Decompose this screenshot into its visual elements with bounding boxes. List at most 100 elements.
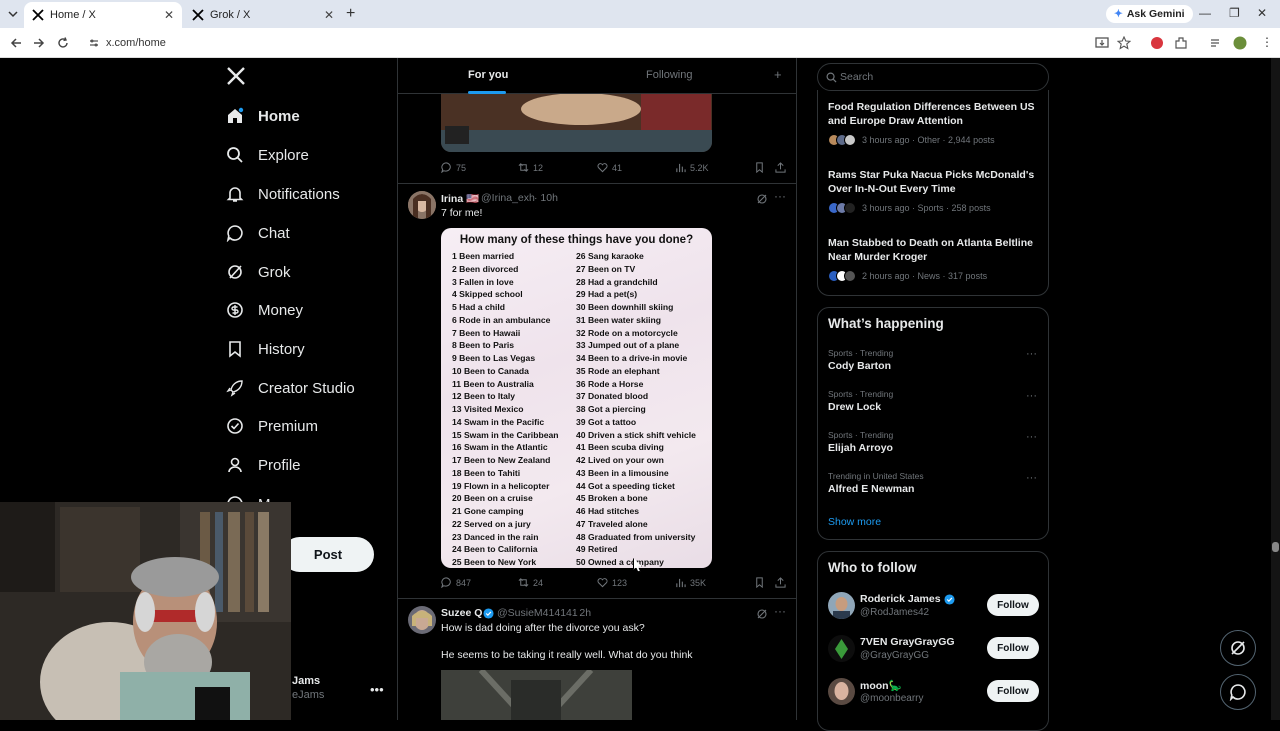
list-item: 20 Been on a cruise <box>452 493 533 504</box>
follow-button[interactable]: Follow <box>987 680 1039 702</box>
media-controls-icon[interactable] <box>1209 36 1223 50</box>
page-scrollbar[interactable] <box>1271 58 1280 720</box>
trend-name[interactable]: Alfred E Newman <box>828 483 914 495</box>
repost-button[interactable]: 24 <box>518 577 543 588</box>
grok-floating-button[interactable] <box>1220 630 1256 666</box>
views-button[interactable]: 5.2K <box>675 162 709 173</box>
follow-suggestion-handle[interactable]: @moonbearry <box>860 693 924 704</box>
close-tab-icon[interactable]: ✕ <box>324 8 334 22</box>
trend-name[interactable]: Elijah Arroyo <box>828 442 893 454</box>
messages-floating-button[interactable] <box>1220 674 1256 710</box>
follow-suggestion-handle[interactable]: @RodJames42 <box>860 607 929 618</box>
post-time[interactable]: · 10h <box>534 192 558 204</box>
nav-home[interactable]: Home <box>226 101 300 131</box>
grok-icon[interactable] <box>756 608 768 620</box>
grok-icon[interactable] <box>756 193 768 205</box>
tab-following[interactable]: Following <box>646 69 692 81</box>
avatar[interactable] <box>408 606 436 634</box>
reply-button[interactable]: 847 <box>441 577 471 588</box>
show-more-link[interactable]: Show more <box>828 516 881 528</box>
profile-avatar-icon[interactable] <box>1233 36 1247 50</box>
trend-more-icon[interactable]: ··· <box>1026 390 1037 402</box>
nav-profile[interactable]: Profile <box>226 450 301 480</box>
adblock-extension-icon[interactable] <box>1150 36 1164 50</box>
post-time[interactable]: · 2h <box>573 607 591 619</box>
url-field[interactable]: x.com/home <box>82 32 1082 54</box>
like-button[interactable]: 41 <box>597 162 622 173</box>
reload-icon[interactable] <box>56 36 70 50</box>
scrollbar-thumb[interactable] <box>1272 542 1279 552</box>
close-window-button[interactable]: ✕ <box>1257 6 1267 20</box>
install-app-icon[interactable] <box>1095 36 1109 50</box>
follow-suggestion-name[interactable]: Roderick James <box>860 593 955 605</box>
follow-suggestion-name[interactable]: moon🦕 <box>860 679 902 692</box>
verified-badge-icon <box>483 608 494 619</box>
more-options-icon[interactable]: ··· <box>774 604 786 618</box>
news-headline[interactable]: Food Regulation Differences Between US a… <box>828 101 1043 128</box>
more-options-icon[interactable]: ··· <box>774 189 786 203</box>
nav-grok[interactable]: Grok <box>226 257 291 287</box>
follow-button[interactable]: Follow <box>987 594 1039 616</box>
post-image[interactable]: How many of these things have you done? … <box>441 228 712 568</box>
repost-button[interactable]: 12 <box>518 162 543 173</box>
add-feed-icon[interactable]: + <box>774 67 782 82</box>
nav-chat[interactable]: Chat <box>226 218 290 248</box>
forward-icon[interactable] <box>32 36 46 50</box>
news-headline[interactable]: Rams Star Puka Nacua Picks McDonald's Ov… <box>828 169 1043 196</box>
reply-button[interactable]: 75 <box>441 162 466 173</box>
x-logo-icon[interactable] <box>226 66 246 86</box>
follow-suggestion-handle[interactable]: @GrayGrayGG <box>860 650 929 661</box>
nav-explore[interactable]: Explore <box>226 140 309 170</box>
nav-premium[interactable]: Premium <box>226 411 318 441</box>
tab-home[interactable]: Home / X ✕ <box>24 2 182 28</box>
follow-suggestion-name[interactable]: 7VEN GrayGrayGG <box>860 636 955 648</box>
views-button[interactable]: 35K <box>675 577 706 588</box>
post-image[interactable] <box>441 670 632 720</box>
trend-more-icon[interactable]: ··· <box>1026 472 1037 484</box>
avatar[interactable] <box>828 635 855 662</box>
like-button[interactable]: 123 <box>597 577 627 588</box>
post-button[interactable]: Post <box>282 537 374 572</box>
trend-more-icon[interactable]: ··· <box>1026 348 1037 360</box>
nav-history[interactable]: History <box>226 334 305 364</box>
tab-for-you[interactable]: For you <box>468 69 508 81</box>
heart-icon <box>597 578 608 588</box>
post-author-name[interactable]: Irina 🇺🇸 <box>441 192 479 205</box>
view-count: 5.2K <box>690 162 709 173</box>
share-icon[interactable] <box>775 162 786 173</box>
avatar[interactable] <box>828 678 855 705</box>
bookmark-icon[interactable] <box>754 162 765 173</box>
trend-name[interactable]: Cody Barton <box>828 360 891 372</box>
share-icon[interactable] <box>775 577 786 588</box>
account-menu-icon[interactable]: ••• <box>370 682 384 697</box>
close-tab-icon[interactable]: ✕ <box>164 8 174 22</box>
new-tab-button[interactable]: + <box>346 5 355 23</box>
follow-button[interactable]: Follow <box>987 637 1039 659</box>
avatar[interactable] <box>408 191 436 219</box>
post-author-handle[interactable]: @Irina_exh <box>481 192 535 204</box>
minimize-button[interactable]: — <box>1199 6 1211 20</box>
tab-grok[interactable]: Grok / X ✕ <box>184 2 342 28</box>
ask-gemini-button[interactable]: ✦ Ask Gemini <box>1106 5 1193 23</box>
nav-label: Chat <box>258 224 290 242</box>
news-headline[interactable]: Man Stabbed to Death on Atlanta Beltline… <box>828 237 1043 264</box>
nav-money[interactable]: Money <box>226 295 303 325</box>
trend-name[interactable]: Drew Lock <box>828 401 881 413</box>
post-author-name[interactable]: Suzee Q <box>441 607 482 619</box>
tab-search-icon[interactable] <box>6 7 20 21</box>
post-image[interactable] <box>441 94 712 152</box>
trend-more-icon[interactable]: ··· <box>1026 431 1037 443</box>
bookmark-star-icon[interactable] <box>1117 36 1131 50</box>
bookmark-icon[interactable] <box>754 577 765 588</box>
nav-creator-studio[interactable]: Creator Studio <box>226 373 355 403</box>
avatar[interactable] <box>828 592 855 619</box>
browser-menu-icon[interactable]: ⋮ <box>1261 35 1273 49</box>
extensions-icon[interactable] <box>1174 36 1188 50</box>
list-item: 4 Skipped school <box>452 289 523 300</box>
post-author-handle[interactable]: @SusieM414141 <box>497 607 578 619</box>
maximize-button[interactable]: ❐ <box>1229 6 1240 20</box>
site-info-icon[interactable] <box>88 37 100 49</box>
search-input[interactable]: Search <box>817 63 1049 91</box>
nav-notifications[interactable]: Notifications <box>226 179 340 209</box>
back-icon[interactable] <box>9 36 23 50</box>
